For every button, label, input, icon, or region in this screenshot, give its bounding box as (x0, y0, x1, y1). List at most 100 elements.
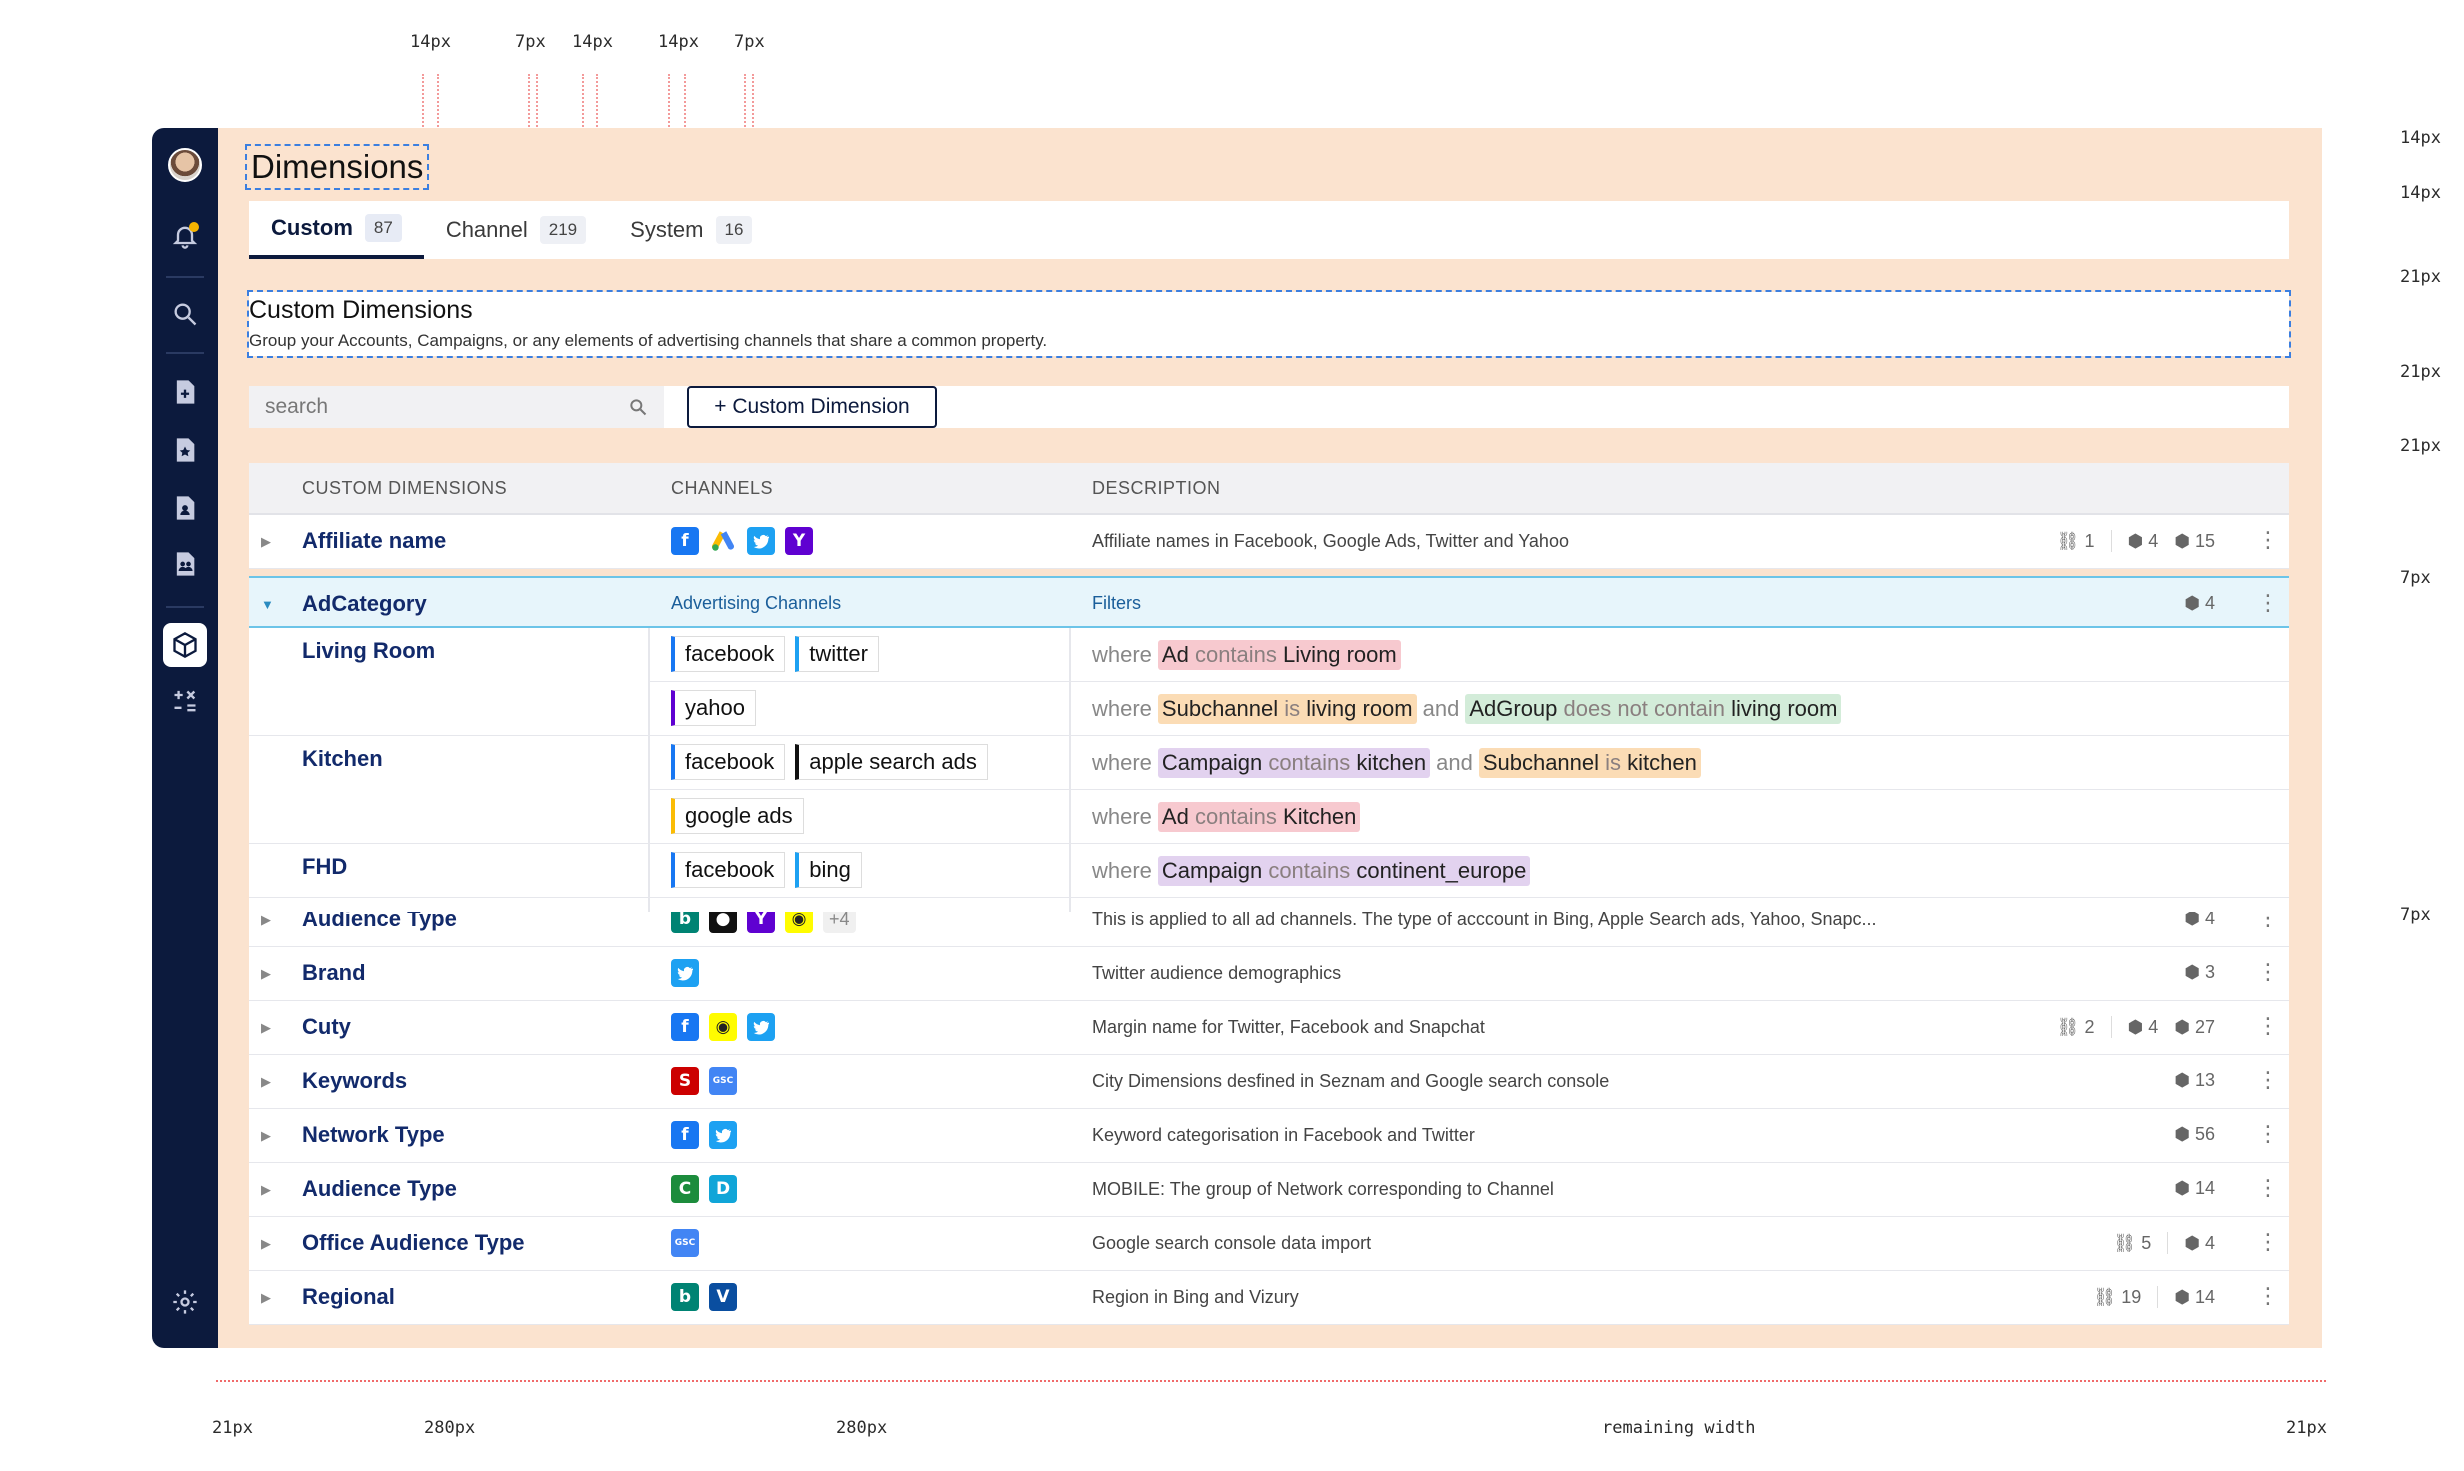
tab-system[interactable]: System 16 (608, 201, 774, 259)
expand-caret-icon[interactable]: ▶ (261, 1128, 271, 1144)
team-report-icon[interactable] (169, 548, 201, 580)
expand-caret-icon[interactable]: ▶ (261, 1290, 271, 1306)
row-menu-icon[interactable]: ⋮ (2257, 1067, 2279, 1093)
channel-tag[interactable]: facebook (671, 852, 786, 888)
dimension-name[interactable]: Regional (302, 1284, 395, 1310)
avatar[interactable] (168, 148, 202, 182)
row-menu-icon[interactable]: ⋮ (2257, 1229, 2279, 1255)
row-menu-icon[interactable]: ⋮ (2257, 1175, 2279, 1201)
channel-tags: facebook apple search ads (671, 744, 988, 780)
settings-icon[interactable] (169, 1286, 201, 1318)
table-row[interactable]: ▶ Brand Twitter audience demographics ⬢ 3 ⋮ (249, 947, 2289, 1001)
spacing-label: 21px (2400, 436, 2441, 456)
channel-icons: S GSC (671, 1067, 737, 1095)
dimension-name[interactable]: Keywords (302, 1068, 407, 1094)
add-report-icon[interactable] (169, 376, 201, 408)
filter-condition[interactable]: where Ad contains Living room (1092, 640, 1401, 670)
spacing-label: 280px (836, 1418, 888, 1438)
spacing-label: 21px (2286, 1418, 2327, 1438)
table-row[interactable]: ▶ Office Audience Type GSC Google search co… (249, 1217, 2289, 1271)
table-row[interactable]: ▶ Affiliate name f Y Affiliate names in Face… (249, 515, 2289, 569)
dimension-value-name[interactable]: Living Room (302, 638, 435, 664)
sklik-icon: D (709, 1175, 737, 1203)
row-menu-icon[interactable]: ⋮ (2257, 527, 2279, 553)
dimension-name[interactable]: Brand (302, 960, 366, 986)
user-report-icon[interactable] (169, 492, 201, 524)
condition-operator: contains (1268, 858, 1357, 883)
guide-line (744, 74, 746, 134)
divider (2110, 530, 2112, 552)
row-menu-icon[interactable]: ⋮ (2257, 959, 2279, 985)
expand-caret-icon[interactable]: ▶ (261, 1236, 271, 1252)
dimension-value-name[interactable]: Kitchen (302, 746, 383, 772)
item-count: ⬢ 15 (2174, 530, 2215, 551)
channel-tag[interactable]: bing (795, 852, 862, 888)
add-custom-dimension-button[interactable]: + Custom Dimension (687, 386, 937, 428)
linked-count: ⛓ 2 (2056, 1016, 2095, 1037)
favorite-report-icon[interactable] (169, 434, 201, 466)
sidebar-divider (166, 606, 204, 608)
dimension-name[interactable]: Cuty (302, 1014, 351, 1040)
expand-caret-icon[interactable]: ▶ (261, 534, 271, 550)
filter-condition[interactable]: where Subchannel is living room and AdGroup… (1092, 694, 1842, 724)
channel-tag[interactable]: google ads (671, 798, 804, 834)
dimension-name[interactable]: Network Type (302, 1122, 445, 1148)
condition-chip[interactable]: Campaign contains continent_europe (1157, 856, 1531, 886)
expand-caret-icon[interactable]: ▶ (261, 1182, 271, 1198)
spacing-label: 7px (734, 32, 765, 52)
condition-chip[interactable]: Ad contains Living room (1157, 640, 1401, 670)
condition-chip[interactable]: Subchannel is kitchen (1478, 748, 1701, 778)
channel-tag[interactable]: facebook (671, 636, 786, 672)
dimensions-icon[interactable] (163, 623, 207, 667)
expanded-row-header[interactable]: ▼ AdCategory Advertising Channels Filters ⬢ … (249, 576, 2289, 628)
channel-icons: bV (671, 1283, 737, 1311)
divider (2110, 1016, 2112, 1038)
dimension-name[interactable]: AdCategory (302, 591, 427, 617)
twitter-icon (671, 959, 699, 987)
channel-tag[interactable]: facebook (671, 744, 786, 780)
condition-chip[interactable]: AdGroup does not contain living room (1465, 694, 1842, 724)
filter-condition[interactable]: where Ad contains Kitchen (1092, 802, 1361, 832)
collapse-caret-icon[interactable]: ▼ (261, 597, 274, 612)
condition-chip[interactable]: Subchannel is living room (1157, 694, 1417, 724)
condition-value: kitchen (1356, 750, 1427, 775)
linked-count: ⛓ 1 (2056, 530, 2095, 551)
row-menu-icon[interactable]: ⋮ (2257, 1121, 2279, 1147)
table-row[interactable]: ▶ Regional b V Region in Bing and Vizury ⛓ 19… (249, 1271, 2289, 1325)
row-menu-icon[interactable]: ⋮ (2257, 590, 2279, 616)
search-input[interactable]: search (249, 386, 664, 428)
dimension-value-name[interactable]: FHD (302, 854, 347, 880)
dimension-name[interactable]: Audience Type (302, 1176, 457, 1202)
condition-chip[interactable]: Ad contains Kitchen (1157, 802, 1361, 832)
table-row[interactable]: ▶ Keywords S GSC City Dimensions desfined in… (249, 1055, 2289, 1109)
row-meta: ⬢ 56 (2174, 1124, 2215, 1145)
search-icon[interactable] (169, 298, 201, 330)
filters-subheader: Filters (1092, 593, 1141, 613)
filter-condition[interactable]: where Campaign contains continent_europe (1092, 856, 1531, 886)
tab-custom[interactable]: Custom 87 (249, 201, 424, 259)
spacing-label: 21px (212, 1418, 253, 1438)
channel-tag[interactable]: yahoo (671, 690, 756, 726)
dimension-name[interactable]: Office Audience Type (302, 1230, 525, 1256)
expand-caret-icon[interactable]: ▶ (261, 912, 271, 928)
dimension-name[interactable]: Affiliate name (302, 528, 446, 554)
facebook-icon: f (671, 1013, 699, 1041)
table-row[interactable]: ▶ Cuty f ◉ Margin name for Twitter, Facebook… (249, 1001, 2289, 1055)
row-menu-icon[interactable]: ⋮ (2257, 1283, 2279, 1309)
channel-tag[interactable]: apple search ads (795, 744, 988, 780)
filter-condition[interactable]: where Campaign contains kitchen and Subchan… (1092, 748, 1701, 778)
table-row[interactable]: ▶ Network Type f Keyword categorisation in … (249, 1109, 2289, 1163)
expand-caret-icon[interactable]: ▶ (261, 1074, 271, 1090)
channels-subheader: Advertising Channels (671, 593, 842, 613)
channel-tag[interactable]: twitter (795, 636, 879, 672)
notifications-icon[interactable] (169, 220, 201, 252)
table-row[interactable]: ▶ Audience Type C D MOBILE: The group of Net… (249, 1163, 2289, 1217)
expand-caret-icon[interactable]: ▶ (261, 1020, 271, 1036)
expand-caret-icon[interactable]: ▶ (261, 966, 271, 982)
row-menu-icon[interactable]: ⋮ (2257, 1013, 2279, 1039)
formula-icon[interactable] (169, 686, 201, 718)
tab-channel[interactable]: Channel 219 (424, 201, 608, 259)
condition-chip[interactable]: Campaign contains kitchen (1157, 748, 1431, 778)
where-keyword: where (1092, 696, 1152, 721)
dimension-description: MOBILE: The group of Network correspondi… (1092, 1179, 1554, 1199)
